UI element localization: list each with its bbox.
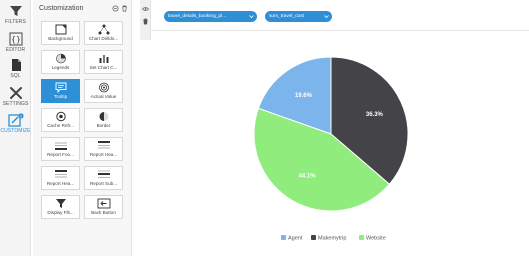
tile-legends[interactable]: Legends <box>41 50 80 74</box>
tile-label: Display Filt... <box>47 210 74 215</box>
drilldown-icon <box>98 24 109 35</box>
background-icon <box>55 24 66 35</box>
chip-label: sum_travel_cost <box>269 14 304 19</box>
tile-label: Legends <box>51 65 70 70</box>
funnel-icon <box>9 6 22 16</box>
legend-label: Agent <box>288 235 303 242</box>
tile-label: Set Chart C... <box>89 65 118 70</box>
legend-item-website[interactable]: Website <box>359 235 386 242</box>
legend-item-makemytrip[interactable]: Makemytrip <box>311 235 346 242</box>
wrench-cross-icon <box>9 87 22 99</box>
rail-label: SETTINGS <box>2 101 29 107</box>
legend-item-agent[interactable]: Agent <box>281 235 302 242</box>
trash-icon[interactable] <box>121 5 128 12</box>
tile-label: Report Hea... <box>89 152 118 157</box>
report-footer-icon <box>54 142 67 150</box>
tile-label: Report Foo... <box>47 152 74 157</box>
svg-text:{}: {} <box>11 35 21 44</box>
tile-label: Cache Refr... <box>47 123 74 128</box>
tile-background[interactable]: Background <box>41 21 80 45</box>
tile-set-chart-color[interactable]: Set Chart C... <box>84 50 123 74</box>
chart-color-icon <box>99 55 108 63</box>
legend-swatch <box>359 235 364 240</box>
legend-swatch <box>311 235 316 240</box>
left-nav-rail: FILTERS {} EDITOR SQL SETTINGS 1 CUSTOMI… <box>0 0 31 256</box>
edit-square-icon: 1 <box>7 113 24 127</box>
tile-label: Report Sub... <box>89 181 118 186</box>
back-button-icon <box>97 198 110 209</box>
panel-title: Customization <box>39 5 84 12</box>
rail-item-sql[interactable]: SQL <box>0 58 31 79</box>
chip-label: travel_details_booking_pl... <box>168 14 227 19</box>
pie-data-label-website: 44.1% <box>299 173 317 179</box>
rail-label: SQL <box>10 73 21 79</box>
tile-display-filter[interactable]: Display Filt... <box>41 195 80 219</box>
chevron-down-icon <box>249 15 254 19</box>
legend-pie-icon <box>55 53 66 64</box>
pie-data-label-agent: 19.6% <box>295 93 313 99</box>
tile-label: Background <box>48 36 73 41</box>
pie-data-label-makemytrip: 36.3% <box>366 112 384 118</box>
trash-icon[interactable] <box>142 18 149 25</box>
legend-label: Makemytrip <box>318 235 347 242</box>
panel-header: Customization <box>39 4 129 16</box>
report-header-icon <box>97 141 110 149</box>
eye-icon[interactable] <box>142 6 149 12</box>
tile-border[interactable]: Border <box>84 108 123 132</box>
tile-report-subheader[interactable]: Report Sub... <box>84 166 123 190</box>
tile-cache-refresh[interactable]: Cache Refr... <box>41 108 80 132</box>
rail-label: EDITOR <box>5 47 26 53</box>
tile-report-header[interactable]: Report Hea... <box>84 137 123 161</box>
rail-item-customize[interactable]: 1 CUSTOMIZE <box>0 113 31 134</box>
tile-label: Actual Value <box>90 94 117 99</box>
tile-label: Back Button <box>91 210 116 215</box>
tile-label: Border <box>96 123 111 128</box>
rail-label: FILTERS <box>5 19 26 25</box>
pie-chart: 19.6% 36.3% 44.1% <box>253 56 409 212</box>
border-icon <box>99 112 108 121</box>
cache-icon <box>55 111 66 122</box>
chart-canvas-area: travel_details_booking_pl... sum_travel_… <box>152 0 529 256</box>
tile-label: Report Hea... <box>46 181 75 186</box>
target-icon <box>98 82 109 93</box>
chip-dimension[interactable]: travel_details_booking_pl... <box>164 11 257 22</box>
chevron-down-icon <box>324 15 329 19</box>
rail-item-filters[interactable]: FILTERS <box>0 4 31 25</box>
chip-measure[interactable]: sum_travel_cost <box>265 11 332 22</box>
braces-icon: {} <box>9 32 22 46</box>
tile-report-header-2[interactable]: Report Hea... <box>41 166 80 190</box>
tooltip-icon <box>55 82 66 93</box>
tile-tooltip[interactable]: Tooltip <box>41 79 80 103</box>
tile-label: Tooltip <box>53 94 68 99</box>
display-filter-icon <box>55 199 66 208</box>
rail-item-settings[interactable]: SETTINGS <box>0 86 31 107</box>
rail-item-editor[interactable]: {} EDITOR <box>0 32 31 53</box>
reset-icon[interactable] <box>112 5 119 12</box>
legend-label: Website <box>366 235 386 242</box>
customization-panel: Customization Background Chart Drilldo..… <box>33 0 132 256</box>
legend-swatch <box>281 235 286 240</box>
report-subheader-icon <box>97 170 110 178</box>
sql-file-icon <box>11 59 21 71</box>
tile-actual-value[interactable]: Actual Value <box>84 79 123 103</box>
tile-label: Chart Drilldo... <box>88 36 119 41</box>
tile-back-button[interactable]: Back Button <box>84 195 123 219</box>
report-header-icon <box>54 170 67 178</box>
rail-label: CUSTOMIZE <box>0 128 31 134</box>
mini-toolbar <box>140 0 151 40</box>
tile-chart-drilldown[interactable]: Chart Drilldo... <box>84 21 123 45</box>
tile-report-footer[interactable]: Report Foo... <box>41 137 80 161</box>
